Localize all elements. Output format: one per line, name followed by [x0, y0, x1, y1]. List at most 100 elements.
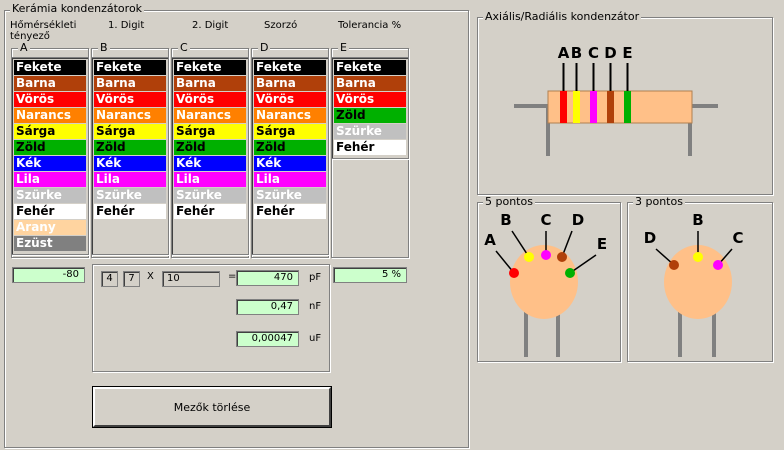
five-pin-label-b: B	[500, 211, 511, 229]
axial-band-c	[590, 91, 597, 123]
color-option-barna[interactable]: Barna	[334, 76, 406, 91]
times-symbol: X	[147, 271, 154, 282]
color-option-zöld[interactable]: Zöld	[94, 140, 166, 155]
color-option-kék[interactable]: Kék	[254, 156, 326, 171]
three-pin-dot-c	[713, 260, 723, 270]
color-list-b[interactable]: Fekete Barna Vörös Narancs Sárga Zöld Kék Lila S…	[91, 57, 169, 255]
axial-capacitor-diagram: ABCDE	[514, 44, 718, 156]
five-pin-dot-a	[509, 268, 519, 278]
color-option-lila[interactable]: Lila	[254, 172, 326, 187]
color-option-vörös[interactable]: Vörös	[94, 92, 166, 107]
three-pin-diagram: D B C	[644, 211, 744, 357]
column-e-title: E	[338, 41, 349, 54]
pf-unit: pF	[309, 272, 322, 283]
color-option-vörös[interactable]: Vörös	[174, 92, 246, 107]
five-pin-dot-e	[565, 268, 575, 278]
axial-label-b: B	[571, 44, 582, 62]
color-option-fehér[interactable]: Fehér	[334, 140, 406, 155]
color-option-barna[interactable]: Barna	[254, 76, 326, 91]
column-b-title: B	[98, 41, 110, 54]
color-option-fekete[interactable]: Fekete	[174, 60, 246, 75]
column-c-title: C	[178, 41, 190, 54]
axial-label-d: D	[604, 44, 616, 62]
color-list-a[interactable]: Fekete Barna Vörös Narancs Sárga Zöld Kék Lila S…	[11, 57, 89, 255]
color-option-sárga[interactable]: Sárga	[254, 124, 326, 139]
color-option-lila[interactable]: Lila	[174, 172, 246, 187]
color-option-szürke[interactable]: Szürke	[254, 188, 326, 203]
axial-band-b	[573, 91, 580, 123]
color-option-sárga[interactable]: Sárga	[14, 124, 86, 139]
axial-label-a: A	[558, 44, 570, 62]
digit1-field: 4	[101, 271, 118, 287]
five-pin-label-d: D	[572, 211, 584, 229]
color-option-zöld[interactable]: Zöld	[254, 140, 326, 155]
axial-radial-title: Axiális/Radiális kondenzátor	[483, 10, 642, 23]
color-option-szürke[interactable]: Szürke	[94, 188, 166, 203]
color-option-narancs[interactable]: Narancs	[94, 108, 166, 123]
five-pin-dot-c	[541, 250, 551, 260]
color-option-ezüst[interactable]: Ezüst	[14, 236, 86, 251]
color-option-fehér[interactable]: Fehér	[174, 204, 246, 219]
color-option-narancs[interactable]: Narancs	[174, 108, 246, 123]
color-option-szürke[interactable]: Szürke	[14, 188, 86, 203]
color-option-zöld[interactable]: Zöld	[174, 140, 246, 155]
axial-body	[547, 90, 693, 124]
color-option-vörös[interactable]: Vörös	[254, 92, 326, 107]
color-option-barna[interactable]: Barna	[174, 76, 246, 91]
temp-coef-field: -80	[12, 267, 85, 283]
color-option-arany[interactable]: Arany	[14, 220, 86, 235]
uf-field: 0,00047	[236, 331, 299, 347]
column-a-title: A	[18, 41, 30, 54]
color-option-barna[interactable]: Barna	[14, 76, 86, 91]
color-option-fekete[interactable]: Fekete	[334, 60, 406, 75]
color-option-kék[interactable]: Kék	[174, 156, 246, 171]
three-pin-label-d: D	[644, 229, 656, 247]
five-pin-label-a: A	[484, 231, 496, 249]
color-list-d[interactable]: Fekete Barna Vörös Narancs Sárga Zöld Kék Lila S…	[251, 57, 329, 255]
three-pin-dot-b	[693, 252, 703, 262]
nf-unit: nF	[309, 301, 322, 312]
color-option-barna[interactable]: Barna	[94, 76, 166, 91]
color-option-narancs[interactable]: Narancs	[254, 108, 326, 123]
color-option-fehér[interactable]: Fehér	[14, 204, 86, 219]
header-tolerance: Tolerancia %	[338, 20, 402, 31]
header-temp-coef: Hőmérsékleti tényező	[10, 20, 77, 42]
three-pin-dot-d	[669, 260, 679, 270]
three-pin-label-b: B	[692, 211, 703, 229]
color-list-c[interactable]: Fekete Barna Vörös Narancs Sárga Zöld Kék Lila S…	[171, 57, 249, 255]
color-option-kék[interactable]: Kék	[14, 156, 86, 171]
axial-band-a	[560, 91, 567, 123]
color-list-e[interactable]: Fekete Barna Vörös Zöld Szürke Fehér	[331, 57, 409, 159]
header-digit1: 1. Digit	[108, 20, 145, 31]
tolerance-field: 5 %	[333, 267, 407, 283]
color-option-fekete[interactable]: Fekete	[14, 60, 86, 75]
multiplier-field: 10	[162, 271, 220, 287]
axial-label-c: C	[588, 44, 599, 62]
color-option-szürke[interactable]: Szürke	[334, 124, 406, 139]
color-option-kék[interactable]: Kék	[94, 156, 166, 171]
color-option-lila[interactable]: Lila	[94, 172, 166, 187]
header-digit2: 2. Digit	[192, 20, 229, 31]
header-multiplier: Szorzó	[264, 20, 298, 31]
axial-label-e: E	[622, 44, 632, 62]
color-option-narancs[interactable]: Narancs	[14, 108, 86, 123]
color-option-szürke[interactable]: Szürke	[174, 188, 246, 203]
five-pin-label-c: C	[540, 211, 551, 229]
axial-band-e	[624, 91, 631, 123]
color-option-vörös[interactable]: Vörös	[14, 92, 86, 107]
color-option-vörös[interactable]: Vörös	[334, 92, 406, 107]
color-option-lila[interactable]: Lila	[14, 172, 86, 187]
axial-band-d	[607, 91, 614, 123]
color-option-sárga[interactable]: Sárga	[174, 124, 246, 139]
color-option-zöld[interactable]: Zöld	[334, 108, 406, 123]
ceramic-capacitors-title: Kerámia kondenzátorok	[10, 2, 145, 15]
clear-fields-button[interactable]: Mezők törlése	[92, 386, 332, 428]
color-option-fehér[interactable]: Fehér	[254, 204, 326, 219]
color-option-fehér[interactable]: Fehér	[94, 204, 166, 219]
color-option-fekete[interactable]: Fekete	[94, 60, 166, 75]
color-option-fekete[interactable]: Fekete	[254, 60, 326, 75]
color-option-zöld[interactable]: Zöld	[14, 140, 86, 155]
five-pin-dot-d	[557, 252, 567, 262]
five-pin-diagram: AB C DE	[484, 211, 607, 357]
color-option-sárga[interactable]: Sárga	[94, 124, 166, 139]
